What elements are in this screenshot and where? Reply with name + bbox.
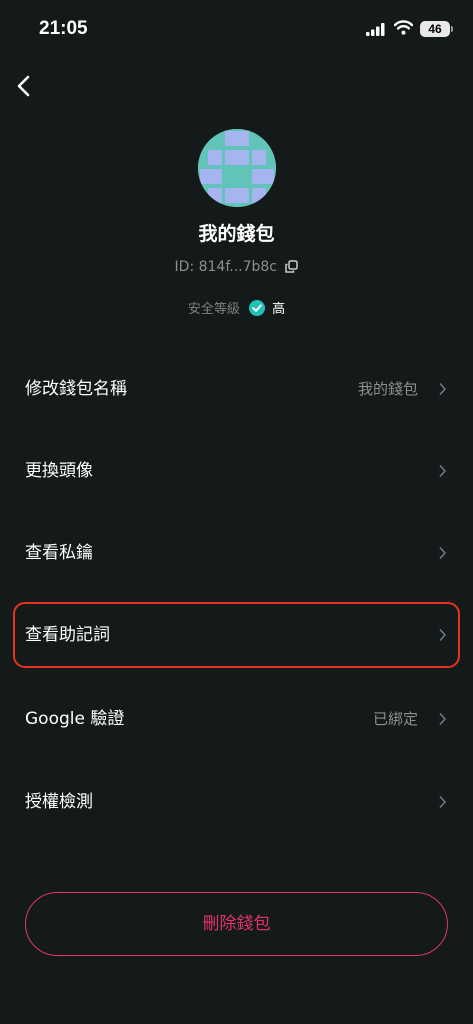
check-badge-icon	[249, 300, 265, 316]
menu-item-authorization-check[interactable]: 授權檢測	[0, 762, 473, 842]
delete-wallet-button[interactable]: 刪除錢包	[25, 892, 448, 956]
signal-icon	[366, 23, 385, 36]
chevron-right-icon	[439, 464, 447, 478]
menu-item-label: 更換頭像	[25, 461, 93, 481]
back-arrow-icon[interactable]	[12, 70, 42, 102]
battery-icon: 46	[420, 21, 450, 37]
menu-item-label: Google 驗證	[25, 709, 125, 729]
highlight-box	[13, 602, 460, 668]
menu-item-value: 已綁定	[372, 710, 418, 728]
menu-item-value: 我的錢包	[357, 380, 418, 398]
security-level-row: 安全等級 高	[0, 298, 473, 317]
avatar-pattern-icon	[198, 129, 276, 207]
avatar	[198, 129, 276, 207]
menu-item-rename-wallet[interactable]: 修改錢包名稱 我的錢包	[0, 349, 473, 429]
wallet-id-row: ID: 814f...7b8c	[0, 259, 473, 275]
menu-item-view-private-key[interactable]: 查看私鑰	[0, 513, 473, 593]
menu-item-label: 修改錢包名稱	[25, 379, 127, 399]
wallet-id-text: ID: 814f...7b8c	[174, 259, 277, 275]
wallet-name-title: 我的錢包	[198, 223, 275, 245]
chevron-right-icon	[439, 795, 447, 809]
menu-item-google-auth[interactable]: Google 驗證 已綁定	[0, 679, 473, 759]
menu-item-label: 查看私鑰	[25, 543, 93, 563]
wifi-icon	[394, 20, 413, 35]
battery-nub	[451, 26, 453, 32]
menu-item-change-avatar[interactable]: 更換頭像	[0, 431, 473, 511]
status-time: 21:05	[39, 18, 88, 39]
security-level-value: 高	[272, 302, 286, 317]
status-bar: 21:05 46	[0, 0, 473, 60]
menu-item-label: 授權檢測	[25, 792, 93, 812]
chevron-right-icon	[439, 382, 447, 396]
copy-icon[interactable]	[285, 260, 299, 273]
chevron-right-icon	[439, 546, 447, 560]
security-level-label: 安全等級	[187, 302, 240, 317]
chevron-right-icon	[439, 712, 447, 726]
